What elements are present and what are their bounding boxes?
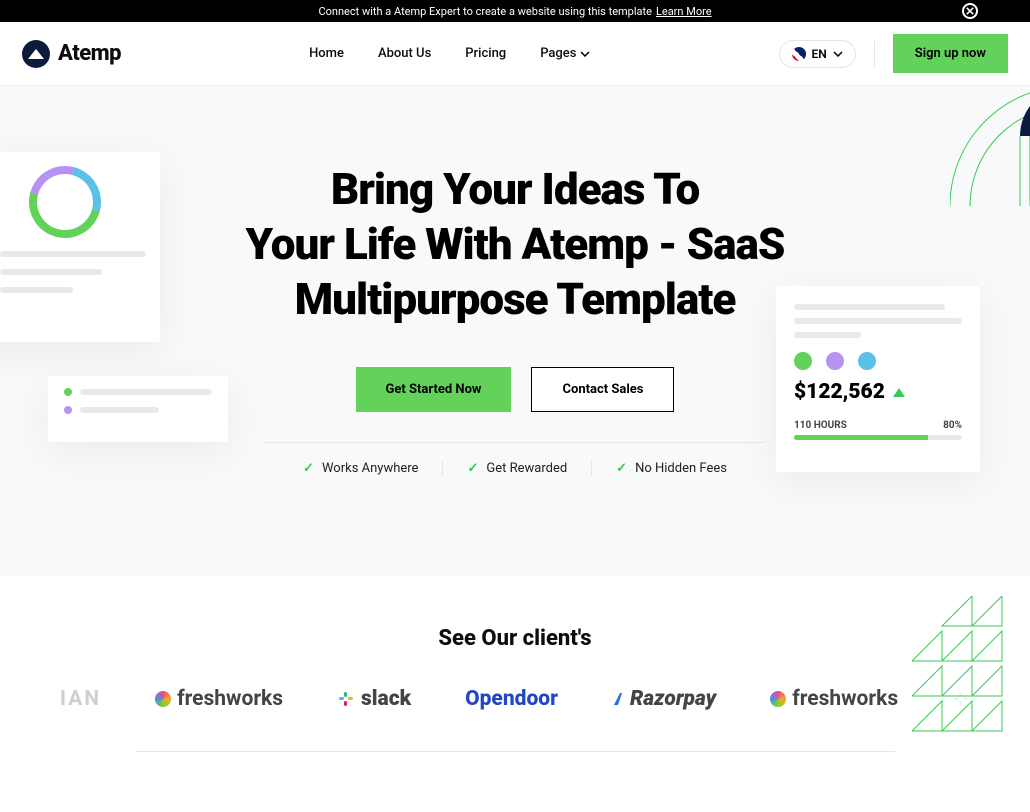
- close-icon[interactable]: [962, 3, 978, 19]
- slack-icon: [337, 690, 355, 708]
- header-actions: EN Sign up now: [779, 34, 1008, 73]
- announcement-link[interactable]: Learn More: [656, 5, 712, 18]
- triangle-decoration: [912, 596, 1012, 760]
- nav-about[interactable]: About Us: [378, 46, 431, 61]
- announcement-text: Connect with a Atemp Expert to create a …: [318, 5, 651, 18]
- announcement-bar: Connect with a Atemp Expert to create a …: [0, 0, 1030, 22]
- feature-works-anywhere: ✓ Works Anywhere: [279, 461, 443, 476]
- client-logo-partial: IAN: [60, 687, 101, 711]
- check-icon: ✓: [303, 461, 314, 476]
- flag-icon: [792, 47, 806, 61]
- nav-pages[interactable]: Pages: [540, 46, 590, 61]
- check-icon: ✓: [616, 461, 627, 476]
- feature-get-rewarded: ✓ Get Rewarded: [443, 461, 592, 476]
- stat-percent: 80%: [943, 420, 962, 431]
- site-header: Atemp Home About Us Pricing Pages EN Sig…: [0, 22, 1030, 86]
- nav-home[interactable]: Home: [309, 46, 344, 61]
- trend-up-icon: [893, 388, 905, 397]
- deco-card-donut: [0, 152, 160, 342]
- main-nav: Home About Us Pricing Pages: [309, 46, 590, 61]
- signup-button[interactable]: Sign up now: [893, 34, 1008, 73]
- contact-sales-button[interactable]: Contact Sales: [531, 367, 674, 412]
- hero-divider: [265, 442, 765, 443]
- chevron-down-icon: [833, 51, 843, 57]
- client-logo-freshworks: freshworks: [155, 687, 283, 711]
- stat-hours-label: 110 HOURS: [794, 420, 847, 431]
- hero-title-line3: Multipurpose Template: [295, 273, 736, 325]
- razorpay-icon: [612, 691, 624, 707]
- brand-name: Atemp: [58, 41, 121, 66]
- clients-divider: [135, 751, 895, 752]
- arc-decoration: [950, 86, 1030, 206]
- divider: [874, 41, 875, 67]
- deco-card-stats: $122,562 110 HOURS 80%: [776, 286, 980, 472]
- hero-section: $122,562 110 HOURS 80% Bring Your Ideas …: [0, 86, 1030, 576]
- clients-section: See Our client's IAN freshworks slack Op…: [0, 576, 1030, 812]
- deco-card-small: [48, 376, 228, 442]
- feature-no-hidden-fees: ✓ No Hidden Fees: [592, 461, 751, 476]
- nav-pages-label: Pages: [540, 46, 576, 61]
- client-logo-freshworks-2: freshworks: [770, 687, 898, 711]
- feature-label: Get Rewarded: [486, 461, 567, 476]
- feature-label: Works Anywhere: [322, 461, 419, 476]
- get-started-button[interactable]: Get Started Now: [356, 367, 512, 412]
- language-selector[interactable]: EN: [779, 40, 856, 68]
- brand-logo-icon: [22, 40, 50, 68]
- hero-title-line1: Bring Your Ideas To: [331, 163, 699, 215]
- clients-heading: See Our client's: [0, 626, 1030, 651]
- client-logo-row: IAN freshworks slack Opendoor Razorpay f…: [0, 687, 1030, 711]
- brand-logo[interactable]: Atemp: [22, 40, 121, 68]
- client-logo-razorpay: Razorpay: [612, 687, 716, 711]
- nav-pricing[interactable]: Pricing: [465, 46, 506, 61]
- hero-title-line2: Your Life With Atemp - SaaS: [246, 218, 785, 270]
- donut-chart-icon: [16, 153, 114, 251]
- check-icon: ✓: [467, 461, 478, 476]
- freshworks-icon: [155, 691, 171, 707]
- chevron-down-icon: [580, 51, 590, 57]
- language-code: EN: [812, 47, 827, 61]
- client-logo-opendoor: Opendoor: [465, 687, 558, 711]
- client-logo-slack: slack: [337, 687, 411, 711]
- stat-amount: $122,562: [794, 380, 885, 404]
- feature-label: No Hidden Fees: [635, 461, 727, 476]
- freshworks-icon: [770, 691, 786, 707]
- progress-bar: [794, 435, 962, 440]
